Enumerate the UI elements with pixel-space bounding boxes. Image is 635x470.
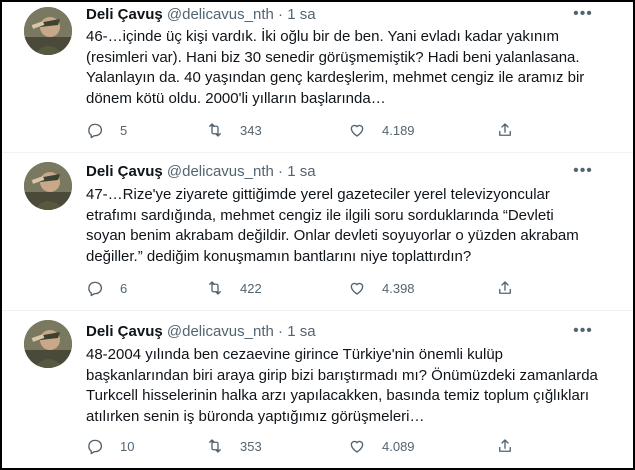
reply-icon (88, 281, 103, 297)
separator-dot: · (278, 163, 284, 180)
reply-button[interactable]: 10 (86, 436, 134, 456)
tweet[interactable]: Deli Çavuş @delicavus_nth · 1 sa ••• 47-… (2, 152, 633, 311)
avatar[interactable] (24, 320, 72, 368)
more-icon[interactable]: ••• (573, 323, 593, 344)
heart-icon (350, 282, 364, 295)
heart-icon (350, 440, 364, 453)
tweet-text: 46-…içinde üç kişi vardık. İki oğlu bir … (86, 28, 585, 107)
reply-count: 10 (120, 438, 135, 454)
reply-icon (88, 439, 103, 455)
retweet-count: 422 (240, 280, 262, 296)
share-button[interactable] (496, 120, 530, 140)
reply-button[interactable]: 5 (86, 120, 127, 140)
user-handle[interactable]: @delicavus_nth (167, 163, 274, 180)
reply-count: 6 (120, 280, 128, 296)
share-button[interactable] (496, 436, 530, 456)
retweet-count: 353 (240, 438, 262, 454)
separator-dot: · (278, 6, 284, 23)
share-icon (499, 123, 511, 136)
more-icon[interactable]: ••• (573, 6, 593, 27)
reply-button[interactable]: 6 (86, 278, 127, 298)
avatar[interactable] (24, 162, 72, 210)
tweet-text: 47-…Rize'ye ziyarete gittiğimde yerel ga… (86, 186, 579, 265)
tweet-header: Deli Çavuş @delicavus_nth · 1 sa (86, 162, 316, 182)
reply-count: 5 (120, 122, 128, 138)
like-count: 4.189 (382, 122, 415, 138)
retweet-icon (209, 281, 221, 295)
heart-icon (350, 124, 364, 137)
retweet-count: 343 (240, 122, 262, 138)
tweet-header: Deli Çavuş @delicavus_nth · 1 sa (86, 322, 316, 342)
like-button[interactable]: 4.189 (348, 120, 415, 140)
tweet-actions: 6 422 4.398 (86, 278, 516, 298)
share-button[interactable] (496, 278, 530, 298)
retweet-icon (209, 123, 221, 137)
display-name[interactable]: Deli Çavuş (86, 6, 163, 23)
retweet-button[interactable]: 353 (206, 436, 262, 456)
display-name[interactable]: Deli Çavuş (86, 323, 163, 340)
timestamp[interactable]: 1 sa (287, 163, 315, 180)
like-count: 4.089 (382, 438, 415, 454)
tweet[interactable]: Deli Çavuş @delicavus_nth · 1 sa ••• 48-… (2, 310, 633, 468)
more-icon[interactable]: ••• (573, 163, 593, 184)
retweet-button[interactable]: 422 (206, 278, 262, 298)
share-icon (499, 439, 511, 452)
like-button[interactable]: 4.398 (348, 278, 415, 298)
tweet-actions: 5 343 4.189 (86, 120, 516, 140)
timeline: Deli Çavuş @delicavus_nth · 1 sa ••• 46-… (0, 0, 635, 470)
tweet[interactable]: Deli Çavuş @delicavus_nth · 1 sa ••• 46-… (2, 2, 633, 153)
like-count: 4.398 (382, 280, 415, 296)
retweet-icon (209, 439, 221, 453)
separator-dot: · (278, 323, 284, 340)
tweet-text: 48-2004 yılında ben cezaevine girince Tü… (86, 346, 598, 425)
tweet-header: Deli Çavuş @delicavus_nth · 1 sa (86, 5, 316, 25)
user-handle[interactable]: @delicavus_nth (167, 323, 274, 340)
timestamp[interactable]: 1 sa (287, 323, 315, 340)
like-button[interactable]: 4.089 (348, 436, 415, 456)
timestamp[interactable]: 1 sa (287, 6, 315, 23)
retweet-button[interactable]: 343 (206, 120, 262, 140)
tweet-actions: 10 353 4.089 (86, 436, 516, 456)
share-icon (499, 281, 511, 294)
display-name[interactable]: Deli Çavuş (86, 163, 163, 180)
reply-icon (88, 123, 103, 139)
avatar[interactable] (24, 7, 72, 55)
user-handle[interactable]: @delicavus_nth (167, 6, 274, 23)
